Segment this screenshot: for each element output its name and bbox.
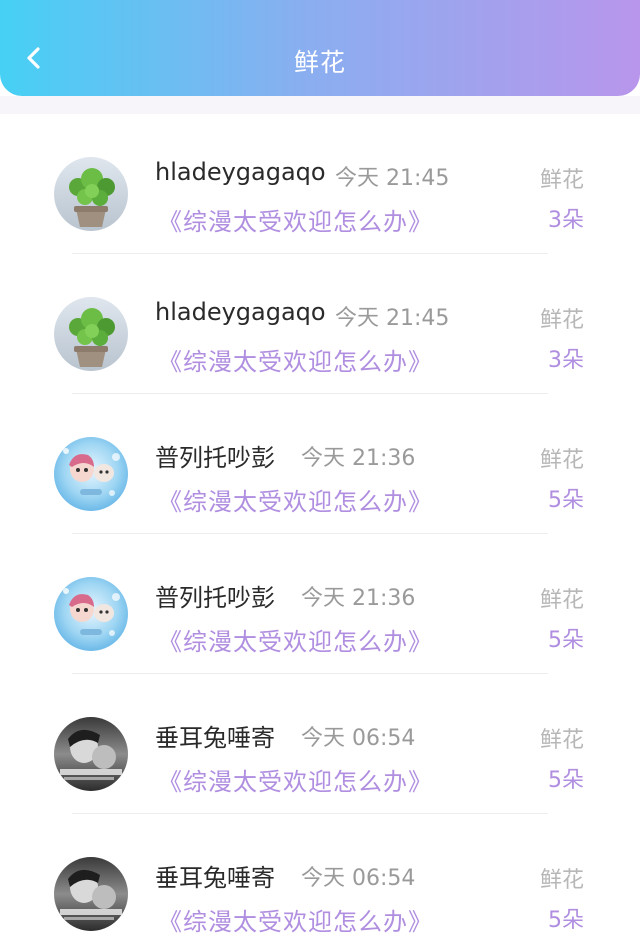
gift-time: 今天 21:45 (335, 166, 450, 191)
flower-record-row[interactable]: 普列托吵彭 今天 21:36 《综漫太受欢迎怎么办》 鲜花 5朵 (0, 394, 640, 534)
flower-record-list: hladeygagaqo 今天 21:45 《综漫太受欢迎怎么办》 鲜花 3朵 hlade… (0, 114, 640, 949)
avatar[interactable] (54, 157, 128, 231)
user-name[interactable]: hladeygagaqo (155, 158, 326, 186)
gift-type-label: 鲜花 (539, 588, 584, 613)
gift-type-label: 鲜花 (539, 448, 584, 473)
gift-type-label: 鲜花 (539, 168, 584, 193)
flower-record-row[interactable]: 垂耳兔唾寄 今天 06:54 《综漫太受欢迎怎么办》 鲜花 5朵 (0, 674, 640, 814)
top-nav-bar: 鲜花 (0, 0, 640, 96)
gift-count: 5朵 (548, 768, 584, 793)
gift-type-label: 鲜花 (539, 728, 584, 753)
book-title-link[interactable]: 《综漫太受欢迎怎么办》 (158, 762, 433, 797)
user-name[interactable]: 普列托吵彭 (155, 578, 275, 613)
user-name[interactable]: 垂耳兔唾寄 (155, 718, 275, 753)
avatar[interactable] (54, 297, 128, 371)
flower-record-row[interactable]: hladeygagaqo 今天 21:45 《综漫太受欢迎怎么办》 鲜花 3朵 (0, 114, 640, 254)
user-name[interactable]: hladeygagaqo (155, 298, 326, 326)
book-title-link[interactable]: 《综漫太受欢迎怎么办》 (158, 622, 433, 657)
gift-time: 今天 06:54 (301, 866, 416, 891)
book-title-link[interactable]: 《综漫太受欢迎怎么办》 (158, 902, 433, 937)
flower-record-row[interactable]: hladeygagaqo 今天 21:45 《综漫太受欢迎怎么办》 鲜花 3朵 (0, 254, 640, 394)
gift-time: 今天 06:54 (301, 726, 416, 751)
gift-type-label: 鲜花 (539, 308, 584, 333)
book-title-link[interactable]: 《综漫太受欢迎怎么办》 (158, 202, 433, 237)
header-separator (0, 96, 640, 114)
book-title-link[interactable]: 《综漫太受欢迎怎么办》 (158, 342, 433, 377)
gift-time: 今天 21:45 (335, 306, 450, 331)
page-title: 鲜花 (293, 48, 346, 77)
flower-record-row[interactable]: 普列托吵彭 今天 21:36 《综漫太受欢迎怎么办》 鲜花 5朵 (0, 534, 640, 674)
gift-count: 5朵 (548, 488, 584, 513)
avatar[interactable] (54, 857, 128, 931)
flower-records-page: 鲜花 hladeygagaqo 今天 21:45 《综漫太受欢迎怎么办》 鲜花 3朵 hl… (0, 0, 640, 949)
gift-count: 3朵 (548, 348, 584, 373)
gift-time: 今天 21:36 (301, 446, 416, 471)
gift-count: 5朵 (548, 908, 584, 933)
gift-time: 今天 21:36 (301, 586, 416, 611)
gift-count: 5朵 (548, 628, 584, 653)
avatar[interactable] (54, 717, 128, 791)
avatar[interactable] (54, 437, 128, 511)
avatar[interactable] (54, 577, 128, 651)
flower-record-row[interactable]: 垂耳兔唾寄 今天 06:54 《综漫太受欢迎怎么办》 鲜花 5朵 (0, 814, 640, 949)
book-title-link[interactable]: 《综漫太受欢迎怎么办》 (158, 482, 433, 517)
gift-type-label: 鲜花 (539, 868, 584, 893)
gift-count: 3朵 (548, 208, 584, 233)
user-name[interactable]: 垂耳兔唾寄 (155, 858, 275, 893)
user-name[interactable]: 普列托吵彭 (155, 438, 275, 473)
